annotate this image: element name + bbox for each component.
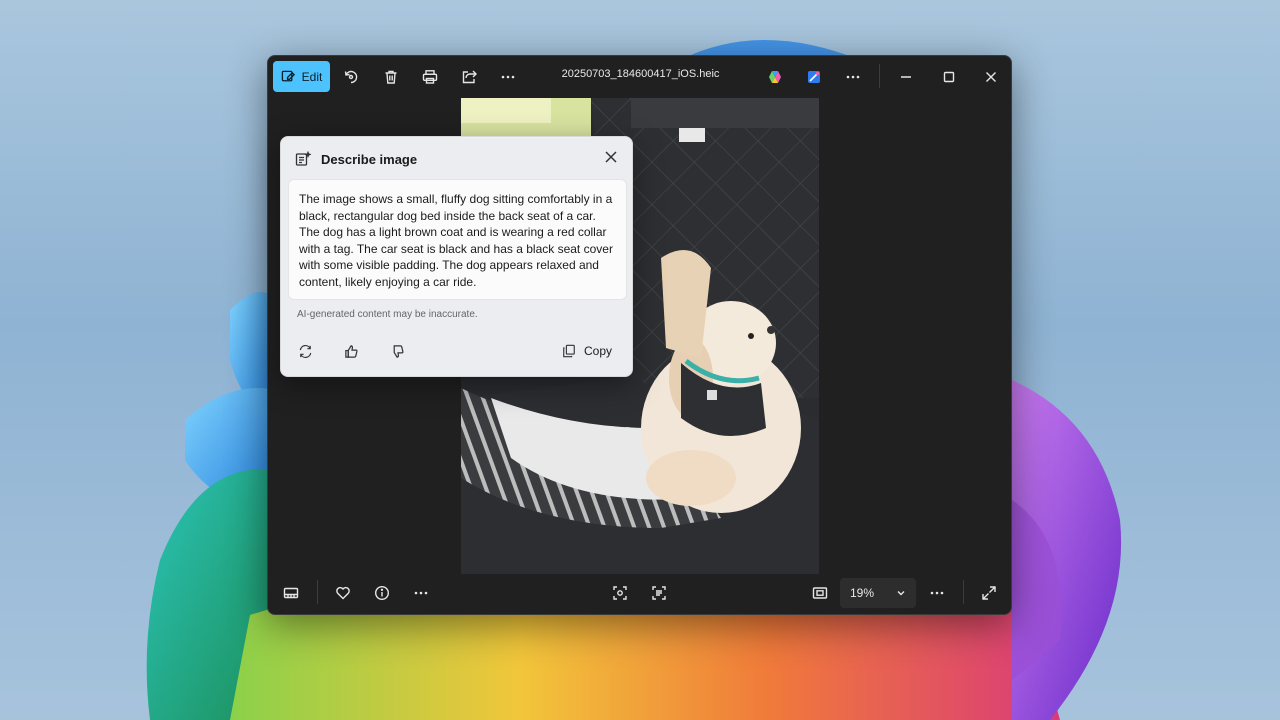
copilot-icon	[769, 70, 781, 83]
edit-label: Edit	[301, 69, 323, 84]
file-name: 20250703_184600417_iOS.heic	[561, 68, 720, 80]
fit-icon	[812, 586, 828, 599]
refresh-icon	[299, 344, 311, 358]
info-button[interactable]	[363, 577, 401, 608]
maximize-button[interactable]	[930, 61, 968, 92]
text-scan-button[interactable]	[640, 577, 678, 608]
favorite-icon	[336, 586, 350, 599]
panel-title: Describe image	[321, 151, 418, 167]
share-button[interactable]	[450, 61, 488, 92]
visual-search-button[interactable]	[601, 577, 639, 608]
fullscreen-button[interactable]	[970, 577, 1008, 608]
copy-label: Copy	[583, 344, 612, 358]
fit-to-window-button[interactable]	[801, 577, 839, 608]
fullscreen-icon	[982, 585, 996, 600]
title-bar: Edit 20250703_184600417_iOS.heic	[268, 56, 1011, 98]
filmstrip-icon	[283, 587, 299, 598]
thumbs-down-button[interactable]	[386, 340, 408, 362]
zoom-value: 19%	[850, 586, 875, 600]
close-panel-button[interactable]	[602, 148, 620, 166]
thumbs-up-button[interactable]	[340, 340, 362, 362]
close-icon	[986, 71, 996, 82]
thumbs-up-icon	[344, 344, 358, 358]
maximize-icon	[943, 71, 955, 82]
print-icon	[422, 69, 438, 84]
more-icon	[414, 591, 428, 594]
minimize-icon	[901, 75, 911, 78]
more-button[interactable]	[489, 61, 527, 92]
favorite-button[interactable]	[324, 577, 362, 608]
divider	[879, 64, 880, 88]
minimize-button[interactable]	[887, 61, 925, 92]
chevron-down-icon	[896, 587, 906, 597]
more-icon	[501, 75, 515, 78]
text-scan-icon	[652, 585, 666, 600]
print-button[interactable]	[411, 61, 449, 92]
designer-icon	[808, 70, 820, 83]
share-icon	[462, 70, 477, 83]
more-icon	[930, 591, 944, 594]
copilot-button[interactable]	[756, 61, 794, 92]
close-icon	[605, 151, 617, 163]
bottom-bar: 19%	[268, 572, 1011, 614]
divider	[317, 580, 318, 604]
thumbs-down-icon	[393, 344, 404, 358]
copy-icon	[563, 344, 575, 358]
describe-image-icon	[295, 151, 311, 166]
designer-button[interactable]	[795, 61, 833, 92]
panel-actions: Copy	[281, 336, 632, 364]
copy-button[interactable]: Copy	[562, 340, 612, 362]
delete-icon	[385, 70, 397, 84]
divider	[963, 580, 964, 604]
edit-icon	[281, 70, 295, 82]
regenerate-button[interactable]	[294, 340, 316, 362]
rotate-icon	[344, 70, 358, 83]
filmstrip-button[interactable]	[272, 577, 310, 608]
close-window-button[interactable]	[972, 61, 1010, 92]
info-icon	[374, 585, 390, 600]
more-options-button[interactable]	[918, 577, 956, 608]
delete-button[interactable]	[372, 61, 410, 92]
visual-search-icon	[613, 585, 627, 600]
more-button[interactable]	[402, 577, 440, 608]
more-icon	[846, 75, 860, 78]
describe-image-panel: Describe image The image shows a small, …	[280, 136, 633, 377]
more-options-button[interactable]	[834, 61, 872, 92]
description-text: The image shows a small, fluffy dog sitt…	[288, 179, 627, 300]
panel-header: Describe image	[295, 149, 417, 169]
zoom-dropdown[interactable]: 19%	[840, 578, 916, 608]
edit-button[interactable]: Edit	[273, 61, 330, 92]
rotate-button[interactable]	[332, 61, 370, 92]
ai-disclaimer: AI-generated content may be inaccurate.	[297, 309, 478, 320]
